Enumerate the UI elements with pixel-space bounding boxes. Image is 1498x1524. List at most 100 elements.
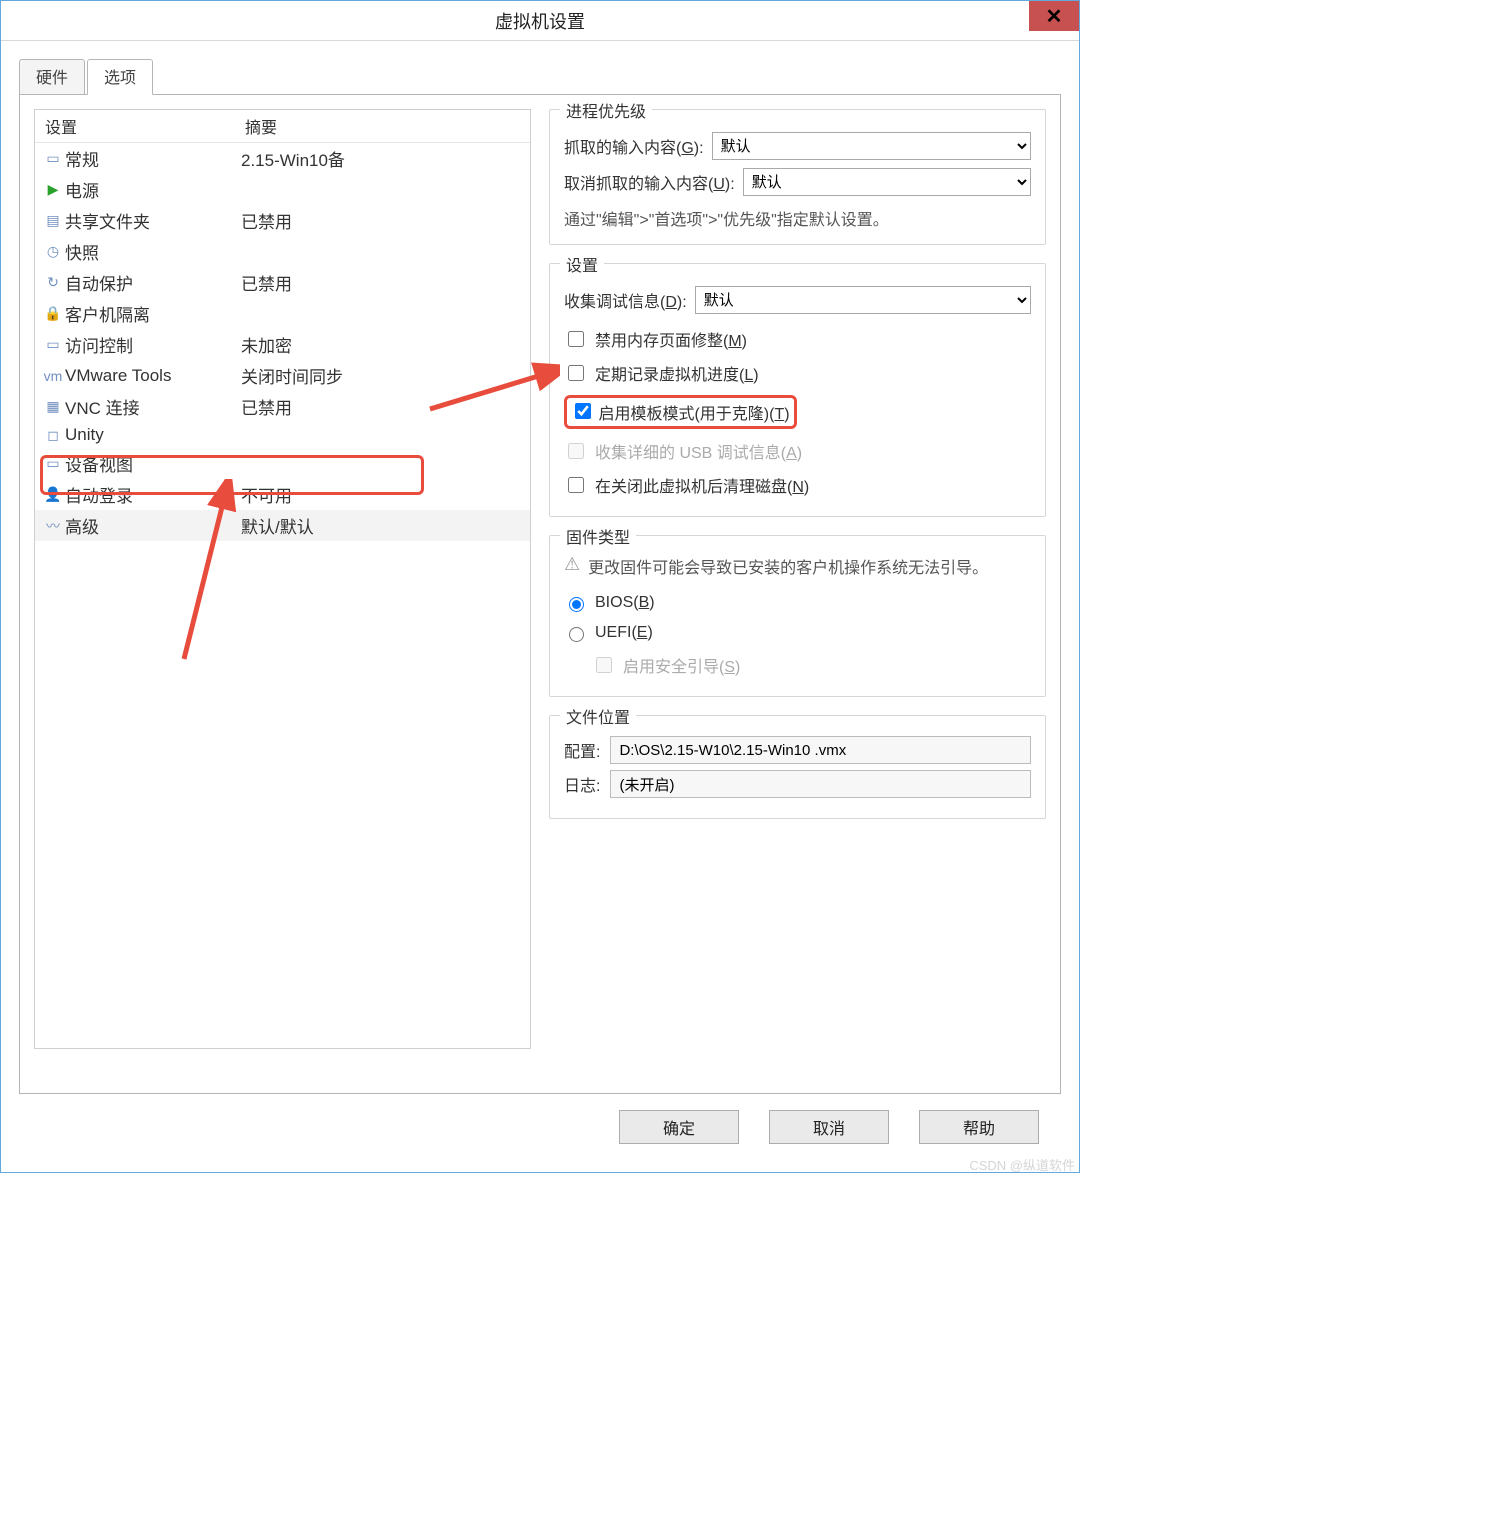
left-column: 设置 摘要 ▭常规2.15-Win10备▶电源▤共享文件夹已禁用◷快照↻自动保护… [34,109,531,1079]
vm-settings-window: 虚拟机设置 ✕ 硬件 选项 设置 摘要 ▭常规2.15-Win10备▶电源▤共享… [0,0,1080,1173]
row-name: 客户机隔离 [65,301,150,326]
row-name: 高级 [65,513,99,538]
row-summary: 已禁用 [235,270,530,295]
label-uefi: UEFI(E) [595,624,653,642]
help-button[interactable]: 帮助 [919,1110,1039,1144]
row-name: 自动登录 [65,482,133,507]
group-firmware: 固件类型 ⚠更改固件可能会导致已安装的客户机操作系统无法引导。 BIOS(B) … [549,535,1046,697]
select-ungrabbed[interactable]: 默认 [743,168,1031,196]
row-summary: 2.15-Win10备 [235,146,530,171]
label-bios: BIOS(B) [595,594,655,612]
row-icon: ▤ [41,212,65,229]
client-area: 硬件 选项 设置 摘要 ▭常规2.15-Win10备▶电源▤共享文件夹已禁用◷快… [1,41,1079,1172]
row-name: 快照 [65,239,99,264]
window-title: 虚拟机设置 [495,8,585,34]
list-item[interactable]: ▭常规 2.15-Win10备 [35,143,530,174]
row-summary: 已禁用 [235,394,530,419]
row-icon: 〰 [41,516,65,536]
row-name: 共享文件夹 [65,208,150,233]
row-name: 访问控制 [65,332,133,357]
select-debug[interactable]: 默认 [695,286,1031,314]
close-icon: ✕ [1046,4,1063,29]
row-name: VMware Tools [65,366,171,386]
col-setting: 设置 [35,110,235,142]
radio-uefi[interactable] [569,627,584,642]
row-icon: ▭ [41,150,65,167]
group-title-fileloc: 文件位置 [560,704,636,728]
label-secure-boot: 启用安全引导(S) [623,653,740,677]
group-title-settings: 设置 [560,252,604,276]
chk-mem[interactable] [568,331,584,347]
firmware-warn: 更改固件可能会导致已安装的客户机操作系统无法引导。 [588,554,988,578]
row-name: 常规 [65,146,99,171]
row-icon: ◻ [41,427,65,444]
warning-icon: ⚠ [564,554,580,575]
list-header: 设置 摘要 [35,110,530,143]
ok-button[interactable]: 确定 [619,1110,739,1144]
chk-secure-boot [596,657,612,673]
label-config: 配置: [564,738,600,762]
chk-log[interactable] [568,365,584,381]
row-icon: ▦ [41,398,65,415]
row-icon: ◷ [41,243,65,260]
select-grabbed[interactable]: 默认 [712,132,1031,160]
row-summary: 未加密 [235,332,530,357]
label-usb: 收集详细的 USB 调试信息(A) [595,439,802,463]
tab-hardware[interactable]: 硬件 [19,59,85,95]
list-item[interactable]: ▦VNC 连接 已禁用 [35,391,530,422]
row-name: VNC 连接 [65,394,140,419]
list-item[interactable]: ▭访问控制 未加密 [35,329,530,360]
row-summary: 已禁用 [235,208,530,233]
chk-template[interactable] [575,403,591,419]
list-item[interactable]: 〰高级 默认/默认 [35,510,530,541]
list-item[interactable]: 🔒客户机隔离 [35,298,530,329]
row-icon: ▭ [41,336,65,353]
row-icon: 🔒 [41,305,65,322]
list-item[interactable]: 👤自动登录 不可用 [35,479,530,510]
label-logpath: 日志: [564,772,600,796]
list-item[interactable]: ▤共享文件夹 已禁用 [35,205,530,236]
label-mem: 禁用内存页面修整(M) [595,327,747,351]
label-template: 启用模板模式(用于克隆)(T) [598,406,789,423]
right-column: 进程优先级 抓取的输入内容(G): 默认 取消抓取的输入内容(U): 默认 通过… [549,109,1046,1079]
group-settings: 设置 收集调试信息(D): 默认 禁用内存页面修整(M) 定期记录虚拟机进度(L… [549,263,1046,517]
priority-hint: 通过"编辑">"首选项">"优先级"指定默认设置。 [564,206,1031,230]
list-item[interactable]: ▭设备视图 [35,448,530,479]
row-icon: ▶ [41,181,65,198]
label-grabbed: 抓取的输入内容(G): [564,134,704,158]
input-log-path[interactable] [610,770,1031,798]
close-button[interactable]: ✕ [1029,1,1079,31]
list-body: ▭常规2.15-Win10备▶电源▤共享文件夹已禁用◷快照↻自动保护已禁用🔒客户… [35,143,530,541]
row-name: 自动保护 [65,270,133,295]
row-icon: ↻ [41,274,65,291]
watermark: CSDN @纵道软件 [969,1155,1075,1174]
group-title-priority: 进程优先级 [560,98,652,122]
group-title-firmware: 固件类型 [560,524,636,548]
list-item[interactable]: vmVMware Tools关闭时间同步 [35,360,530,391]
dialog-footer: 确定 取消 帮助 [19,1094,1061,1162]
label-ungrabbed: 取消抓取的输入内容(U): [564,170,735,194]
row-summary: 关闭时间同步 [235,363,530,388]
row-name: 电源 [65,177,99,202]
group-file-location: 文件位置 配置: 日志: [549,715,1046,819]
tab-pane-options: 设置 摘要 ▭常规2.15-Win10备▶电源▤共享文件夹已禁用◷快照↻自动保护… [19,94,1061,1094]
label-log: 定期记录虚拟机进度(L) [595,361,759,385]
row-icon: ▭ [41,455,65,472]
radio-bios[interactable] [569,597,584,612]
tabs: 硬件 选项 [19,59,1061,95]
chk-clean[interactable] [568,477,584,493]
list-item[interactable]: ▶电源 [35,174,530,205]
col-summary: 摘要 [235,110,530,142]
row-summary: 默认/默认 [235,513,530,538]
label-clean: 在关闭此虚拟机后清理磁盘(N) [595,473,809,497]
chk-usb [568,443,584,459]
input-config-path[interactable] [610,736,1031,764]
row-icon: 👤 [41,486,65,503]
list-item[interactable]: ◻Unity [35,422,530,448]
row-summary: 不可用 [235,482,530,507]
tab-options[interactable]: 选项 [87,59,153,95]
list-item[interactable]: ↻自动保护 已禁用 [35,267,530,298]
cancel-button[interactable]: 取消 [769,1110,889,1144]
list-item[interactable]: ◷快照 [35,236,530,267]
row-name: 设备视图 [65,451,133,476]
